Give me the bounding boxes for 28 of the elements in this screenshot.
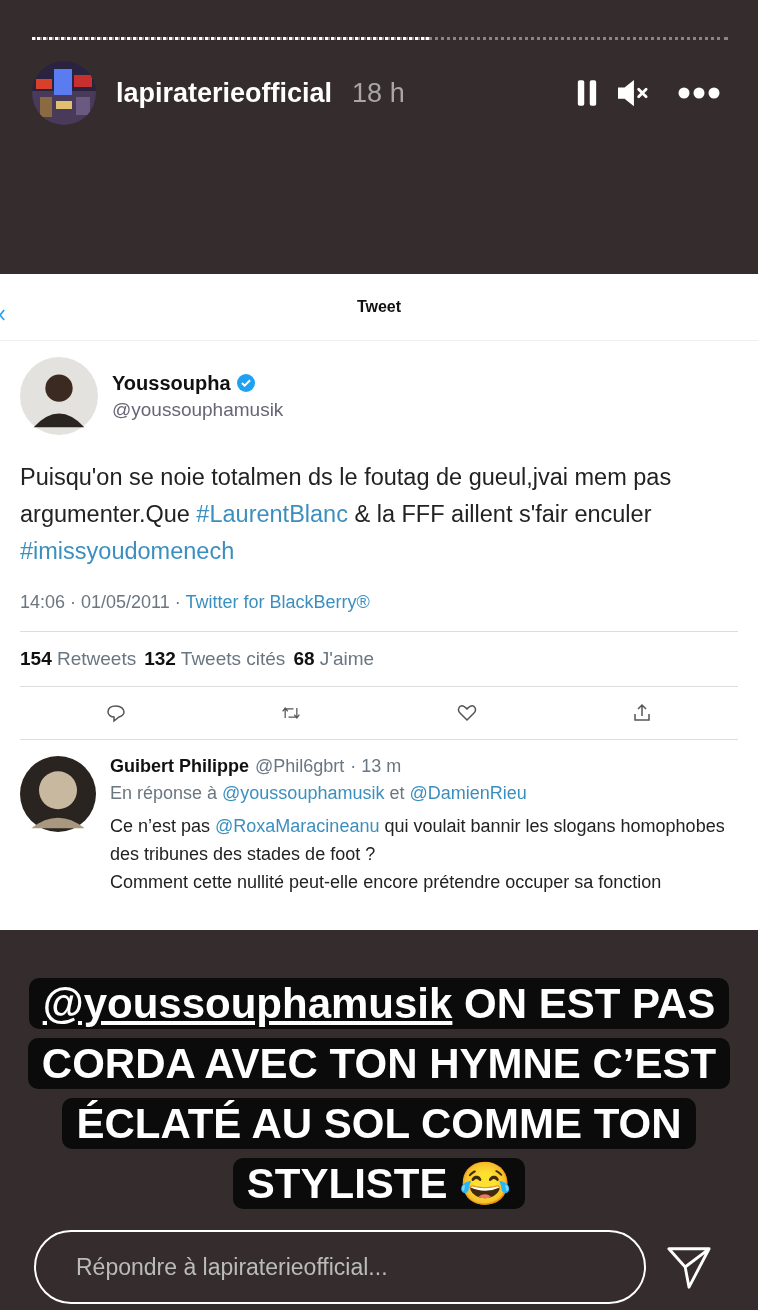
- mention-link[interactable]: @youssouphamusik: [42, 980, 453, 1027]
- reply-field[interactable]: Répondre à lapiraterieofficial...: [34, 1230, 646, 1304]
- tweet-timestamp: 14:06 · 01/05/2011 ·: [20, 592, 182, 612]
- tweet-text: Puisqu'on se noie totalmen ds le foutag de gueul,jvai mem pas argumenter.Que #LaurentBlanc & la FFF aillent s'fair enculer #imissyoudomenech: [20, 463, 673, 566]
- stat-count[interactable]: 154 Retweets: [20, 648, 137, 670]
- account-name[interactable]: lapiraterieofficial: [116, 77, 333, 109]
- reply-author-name: Guibert Philippe: [110, 756, 249, 777]
- pause-icon[interactable]: [576, 78, 598, 108]
- back-chevron-icon: [0, 308, 5, 322]
- author-name: Youssoupha: [112, 371, 231, 395]
- tweet-source-link[interactable]: Twitter for BlackBerry®: [185, 592, 370, 612]
- avatar-icon: [20, 756, 96, 832]
- screen-title: Tweet: [356, 298, 402, 316]
- more-icon[interactable]: [678, 87, 720, 99]
- stat-count[interactable]: 132 Tweets cités: [144, 648, 286, 670]
- reply-text: Ce n’est pas @RoxaMaracineanu qui voulait bannir les slogans homophobes des tribunes des stades de foot ? Comment cette nullité peut-elle encore prétendre occuper sa fonction: [110, 815, 726, 894]
- reply-context: En réponse à @youssouphamusik et @DamienRieu: [110, 783, 528, 804]
- send-icon[interactable]: [666, 1244, 712, 1290]
- author-handle: @youssouphamusik: [112, 398, 284, 421]
- share-icon[interactable]: [632, 703, 652, 723]
- muted-speaker-icon[interactable]: [616, 78, 650, 108]
- reply-time: · 13 m: [350, 756, 402, 777]
- post-time: 18 h: [352, 77, 405, 109]
- avatar-icon: [20, 357, 98, 435]
- stat-count[interactable]: 68 J'aime: [293, 648, 375, 670]
- reply-author-handle: @Phil6gbrt: [255, 756, 345, 777]
- reply-icon[interactable]: [106, 703, 126, 723]
- heart-icon[interactable]: [456, 703, 477, 723]
